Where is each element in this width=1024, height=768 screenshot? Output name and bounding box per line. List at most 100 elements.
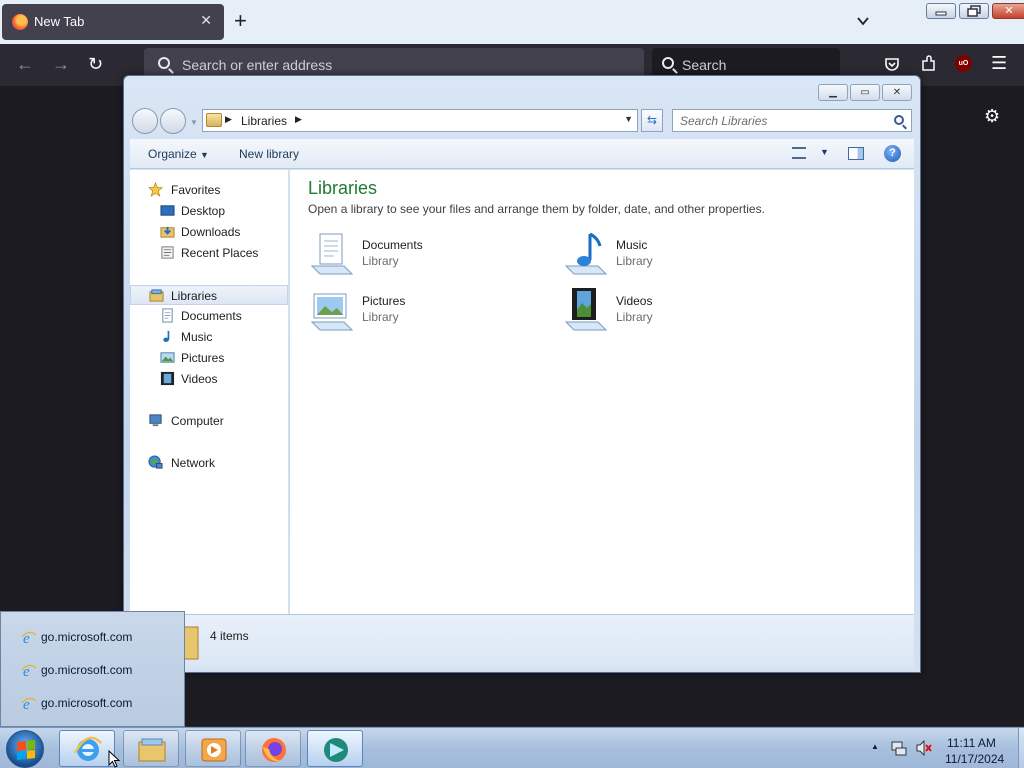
nav-music[interactable]: Music [130, 327, 288, 347]
search-placeholder: Search [682, 57, 727, 73]
nav-network[interactable]: Network [130, 453, 288, 473]
internet-explorer-icon [73, 736, 102, 761]
clock-date[interactable]: 11/17/2024 [945, 752, 1004, 766]
new-tab-button[interactable]: + [234, 10, 247, 32]
nav-desktop[interactable]: Desktop [130, 201, 288, 221]
nav-computer[interactable]: Computer [130, 411, 288, 431]
menu-button[interactable]: ☰ [991, 54, 1007, 72]
tab-new-tab[interactable]: New Tab ✕ [2, 4, 224, 40]
videos-icon [160, 371, 175, 386]
library-type: Library [616, 254, 653, 268]
nav-label: Music [181, 330, 213, 344]
start-button[interactable] [6, 730, 44, 768]
breadcrumb-arrow-icon[interactable]: ▶ [295, 114, 302, 125]
ublock-origin-icon[interactable]: uO [955, 55, 972, 72]
close-button[interactable]: ✕ [992, 3, 1024, 19]
gear-icon[interactable]: ⚙ [984, 106, 1000, 127]
extensions-icon[interactable] [920, 55, 937, 72]
star-icon [148, 182, 163, 197]
nav-label: Videos [181, 372, 218, 386]
list-item-label: go.microsoft.com [41, 630, 133, 644]
library-pictures[interactable]: Pictures Library [308, 286, 528, 334]
library-music[interactable]: Music Library [562, 230, 782, 278]
minimize-button[interactable]: ▁ [818, 84, 848, 101]
address-dropdown[interactable]: ▼ [624, 114, 633, 124]
preview-pane-icon[interactable] [848, 147, 864, 160]
back-button[interactable]: ← [16, 55, 34, 73]
view-dropdown[interactable]: ▼ [820, 147, 829, 157]
computer-icon [149, 414, 162, 427]
command-bar: Organize ▼ New library ▼ ? [130, 139, 914, 169]
restore-button[interactable] [959, 3, 989, 19]
forward-button[interactable] [160, 108, 186, 134]
chevron-down-icon[interactable] [856, 14, 870, 28]
show-hidden-icons-button[interactable]: ▲ [871, 742, 879, 751]
library-documents[interactable]: Documents Library [308, 230, 528, 278]
taskbar-app[interactable] [307, 730, 363, 767]
new-library-button[interactable]: New library [239, 147, 299, 161]
internet-explorer-icon: e [21, 697, 37, 711]
close-button[interactable]: ✕ [882, 84, 912, 101]
network-status-icon[interactable] [891, 740, 907, 756]
back-button[interactable] [132, 108, 158, 134]
library-name: Pictures [362, 294, 406, 308]
nav-recent-places[interactable]: Recent Places [130, 243, 288, 263]
downloads-folder-icon [160, 226, 175, 238]
taskbar-firefox[interactable] [245, 730, 301, 767]
nav-pictures[interactable]: Pictures [130, 348, 288, 368]
music-library-icon [564, 232, 608, 275]
search-icon [158, 57, 170, 69]
folder-icon [138, 738, 166, 762]
page-subtitle: Open a library to see your files and arr… [308, 202, 765, 216]
item-count: 4 items [210, 629, 249, 643]
clock-time[interactable]: 11:11 AM [947, 736, 996, 750]
ie-jump-list: e go.microsoft.com e go.microsoft.com e … [0, 611, 185, 727]
breadcrumb-arrow-icon[interactable]: ▶ [225, 114, 232, 125]
maximize-button[interactable]: ▭ [850, 84, 880, 101]
help-icon[interactable]: ? [884, 145, 901, 162]
nav-libraries[interactable]: Libraries [130, 285, 288, 305]
details-pane: 4 items [130, 614, 914, 668]
network-icon [148, 455, 163, 469]
nav-videos[interactable]: Videos [130, 369, 288, 389]
library-videos[interactable]: Videos Library [562, 286, 782, 334]
nav-label: Network [171, 456, 216, 470]
taskbar-media-player[interactable] [185, 730, 241, 767]
nav-documents[interactable]: Documents [130, 306, 288, 326]
nav-downloads[interactable]: Downloads [130, 222, 288, 242]
refresh-button[interactable]: ⇆ [641, 109, 663, 132]
firefox-icon [262, 738, 286, 762]
taskbar-windows-explorer[interactable] [123, 730, 179, 767]
pictures-library-icon [310, 293, 354, 331]
show-desktop-button[interactable] [1018, 728, 1024, 768]
search-placeholder: Search Libraries [680, 114, 768, 128]
reload-button[interactable]: ↻ [88, 55, 103, 73]
minimize-button[interactable] [926, 3, 956, 19]
taskbar-internet-explorer[interactable] [59, 730, 115, 767]
list-item[interactable]: e go.microsoft.com [15, 692, 175, 714]
nav-favorites[interactable]: Favorites [130, 180, 288, 200]
library-name: Documents [362, 238, 423, 252]
system-tray: ▲ 11:11 AM 11/17/2024 [865, 730, 1015, 767]
forward-button[interactable]: → [52, 55, 70, 73]
recent-pages-dropdown[interactable]: ▼ [190, 118, 198, 127]
mouse-cursor-icon [108, 750, 121, 768]
file-list: Libraries Open a library to see your fil… [290, 170, 914, 614]
change-view-icon[interactable] [792, 147, 806, 159]
list-item[interactable]: e go.microsoft.com [15, 626, 175, 648]
tab-close-button[interactable]: ✕ [200, 12, 212, 29]
nav-label: Favorites [171, 183, 221, 197]
volume-muted-icon[interactable] [915, 740, 933, 756]
pocket-icon[interactable] [884, 56, 900, 72]
explorer-window-controls: ▁ ▭ ✕ [818, 84, 912, 101]
list-item[interactable]: e go.microsoft.com [15, 659, 175, 681]
search-input[interactable]: Search Libraries [672, 109, 912, 132]
organize-button[interactable]: Organize ▼ [148, 147, 209, 161]
address-bar[interactable]: ▶ Libraries ▶ ▼ [202, 109, 638, 132]
tab-title: New Tab [34, 14, 85, 29]
chevron-down-icon: ▼ [200, 150, 209, 160]
taskbar: ▲ 11:11 AM 11/17/2024 [0, 727, 1024, 768]
list-item-label: go.microsoft.com [41, 663, 133, 677]
nav-label: Desktop [181, 204, 226, 218]
breadcrumb-libraries[interactable]: Libraries [241, 114, 287, 128]
